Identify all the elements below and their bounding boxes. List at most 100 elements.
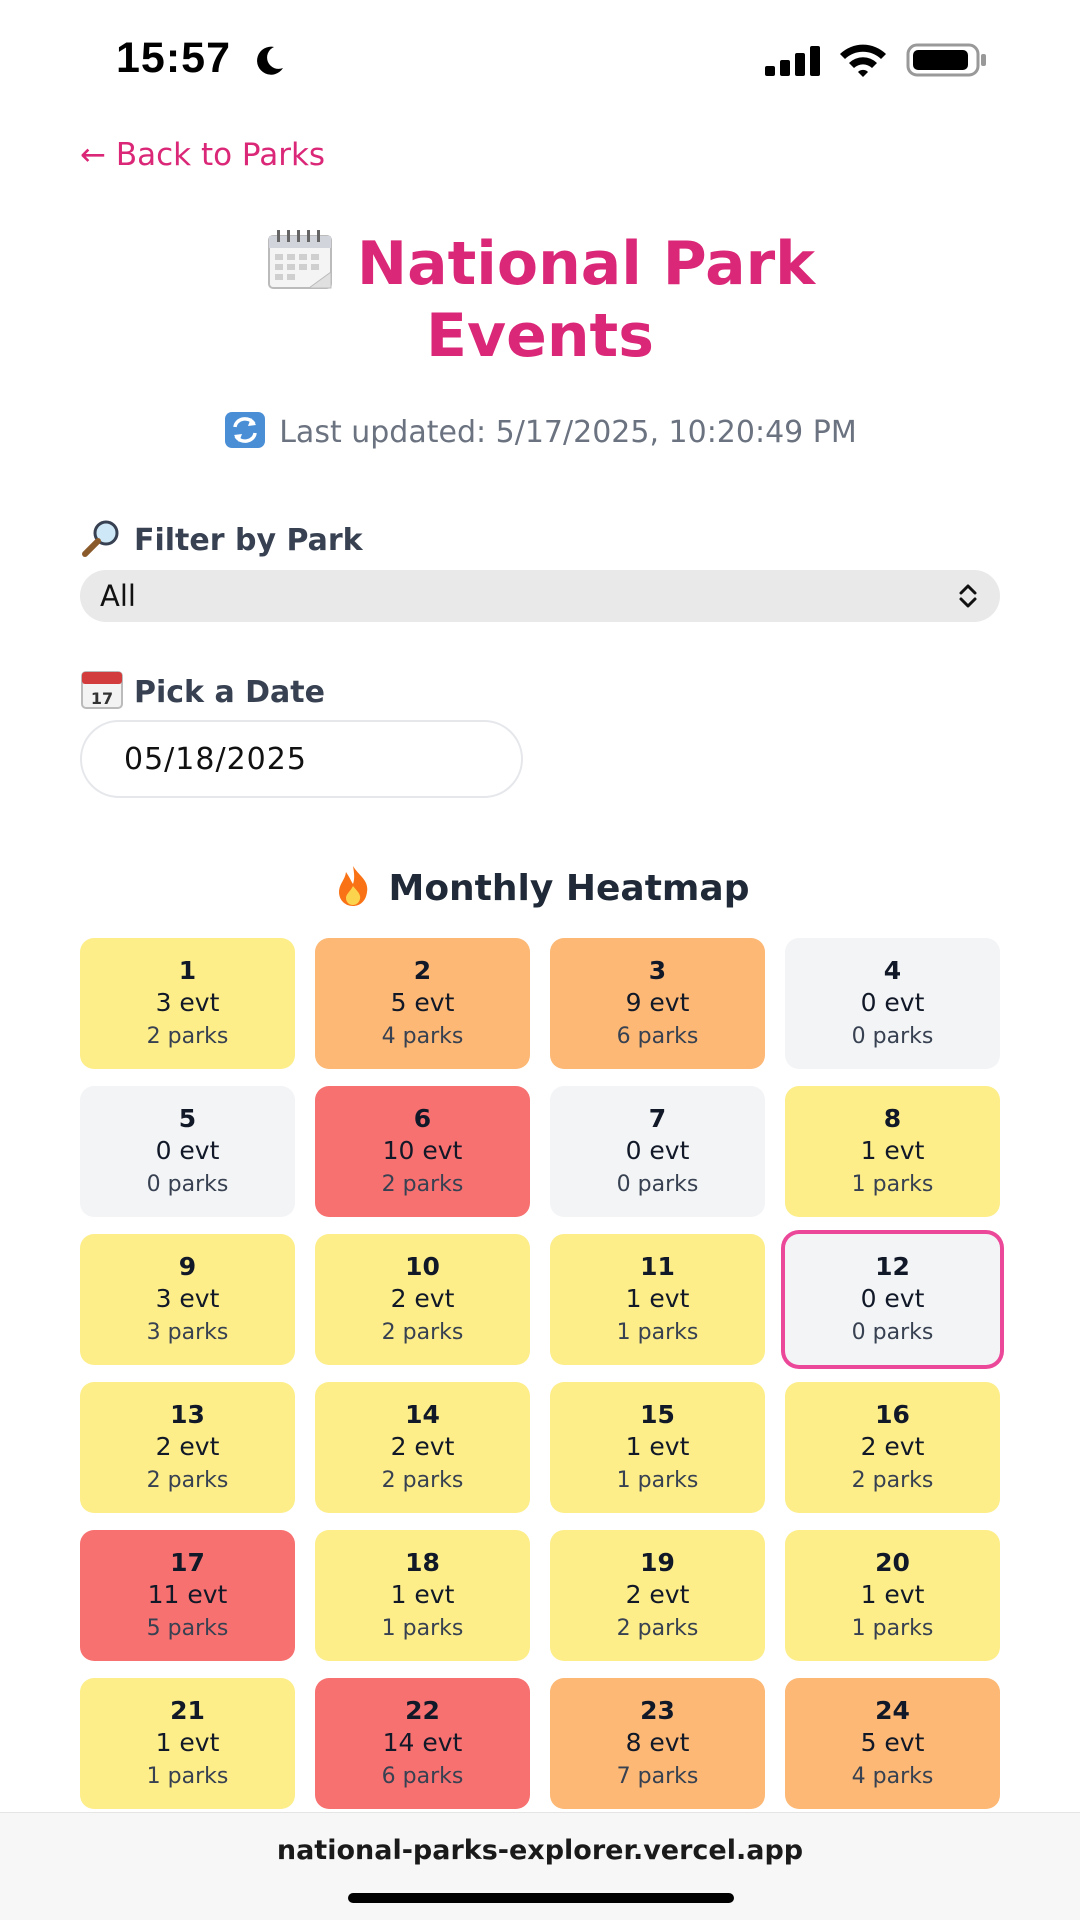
filter-label: Filter by Park <box>80 518 363 558</box>
heatmap-day-number: 7 <box>648 1104 667 1133</box>
heatmap-day-cell[interactable]: 19 2 evt 2 parks <box>550 1530 765 1661</box>
magnifier-icon <box>82 520 119 557</box>
heatmap-park-count: 2 parks <box>146 1024 229 1049</box>
heatmap-event-count: 0 evt <box>625 1136 690 1165</box>
date-label-text: Pick a Date <box>134 675 325 710</box>
heatmap-park-count: 1 parks <box>381 1616 464 1641</box>
last-updated-text: Last updated: 5/17/2025, 10:20:49 PM <box>279 415 857 450</box>
date-input[interactable]: 05/18/2025 <box>80 720 523 798</box>
heatmap-event-count: 5 evt <box>860 1728 925 1757</box>
title-text-1: National Park <box>356 229 816 299</box>
heatmap-day-number: 15 <box>640 1400 675 1429</box>
heatmap-day-cell[interactable]: 20 1 evt 1 parks <box>785 1530 1000 1661</box>
heatmap-event-count: 2 evt <box>860 1432 925 1461</box>
heatmap-day-cell[interactable]: 5 0 evt 0 parks <box>80 1086 295 1217</box>
heatmap-day-cell[interactable]: 2 5 evt 4 parks <box>315 938 530 1069</box>
title-line-1: National Park <box>0 228 1080 300</box>
status-time: 15:57 <box>116 34 231 82</box>
heatmap-park-count: 2 parks <box>381 1172 464 1197</box>
moon-icon <box>257 46 283 75</box>
heatmap-park-count: 6 parks <box>616 1024 699 1049</box>
chevron-up-down-icon <box>959 584 977 608</box>
park-filter-select[interactable]: All <box>80 570 1000 622</box>
heatmap-park-count: 2 parks <box>381 1468 464 1493</box>
heatmap-day-cell[interactable]: 11 1 evt 1 parks <box>550 1234 765 1365</box>
heatmap-day-number: 18 <box>405 1548 440 1577</box>
heatmap-park-count: 1 parks <box>616 1468 699 1493</box>
heatmap-day-number: 17 <box>170 1548 205 1577</box>
date-label: 17 Pick a Date <box>80 670 325 710</box>
home-indicator[interactable] <box>348 1893 734 1903</box>
heatmap-day-number: 9 <box>178 1252 197 1281</box>
date-calendar-icon: 17 <box>81 671 123 709</box>
heatmap-park-count: 7 parks <box>616 1764 699 1789</box>
heatmap-day-cell[interactable]: 6 10 evt 2 parks <box>315 1086 530 1217</box>
heatmap-day-cell[interactable]: 9 3 evt 3 parks <box>80 1234 295 1365</box>
heatmap-park-count: 0 parks <box>851 1024 934 1049</box>
heatmap-day-number: 19 <box>640 1548 675 1577</box>
heatmap-day-cell[interactable]: 15 1 evt 1 parks <box>550 1382 765 1513</box>
heatmap-day-number: 14 <box>405 1400 440 1429</box>
heatmap-event-count: 9 evt <box>625 988 690 1017</box>
heatmap-day-number: 5 <box>178 1104 197 1133</box>
calendar-icon <box>267 230 332 289</box>
heatmap-event-count: 2 evt <box>390 1284 455 1313</box>
heatmap-day-number: 11 <box>640 1252 675 1281</box>
heatmap-park-count: 2 parks <box>616 1616 699 1641</box>
heatmap-day-cell[interactable]: 10 2 evt 2 parks <box>315 1234 530 1365</box>
heatmap-park-count: 4 parks <box>381 1024 464 1049</box>
heatmap-park-count: 2 parks <box>851 1468 934 1493</box>
heatmap-day-number: 4 <box>883 956 902 985</box>
filter-label-text: Filter by Park <box>134 523 363 558</box>
heatmap-title: Monthly Heatmap <box>0 864 1080 909</box>
refresh-icon <box>225 412 266 448</box>
heatmap-event-count: 5 evt <box>390 988 455 1017</box>
heatmap-day-cell[interactable]: 7 0 evt 0 parks <box>550 1086 765 1217</box>
heatmap-park-count: 5 parks <box>146 1616 229 1641</box>
heatmap-day-cell[interactable]: 18 1 evt 1 parks <box>315 1530 530 1661</box>
page-title: National Park Events <box>0 228 1080 372</box>
browser-url-bar[interactable]: national-parks-explorer.vercel.app <box>0 1812 1080 1920</box>
heatmap-park-count: 0 parks <box>851 1320 934 1345</box>
heatmap-event-count: 0 evt <box>155 1136 220 1165</box>
last-updated: Last updated: 5/17/2025, 10:20:49 PM <box>0 410 1080 450</box>
heatmap-park-count: 1 parks <box>851 1172 934 1197</box>
heatmap-day-cell[interactable]: 23 8 evt 7 parks <box>550 1678 765 1809</box>
heatmap-park-count: 0 parks <box>146 1172 229 1197</box>
heatmap-event-count: 3 evt <box>155 1284 220 1313</box>
heatmap-event-count: 10 evt <box>382 1136 463 1165</box>
heatmap-day-number: 3 <box>648 956 667 985</box>
heatmap-park-count: 1 parks <box>146 1764 229 1789</box>
heatmap-park-count: 2 parks <box>381 1320 464 1345</box>
svg-text:17: 17 <box>91 689 113 708</box>
heatmap-event-count: 1 evt <box>860 1580 925 1609</box>
heatmap-park-count: 2 parks <box>146 1468 229 1493</box>
heatmap-day-cell[interactable]: 17 11 evt 5 parks <box>80 1530 295 1661</box>
heatmap-day-cell[interactable]: 14 2 evt 2 parks <box>315 1382 530 1513</box>
heatmap-day-cell[interactable]: 21 1 evt 1 parks <box>80 1678 295 1809</box>
heatmap-day-number: 6 <box>413 1104 432 1133</box>
heatmap-day-cell[interactable]: 1 3 evt 2 parks <box>80 938 295 1069</box>
heatmap-event-count: 2 evt <box>155 1432 220 1461</box>
heatmap-day-cell[interactable]: 22 14 evt 6 parks <box>315 1678 530 1809</box>
heatmap-day-cell[interactable]: 12 0 evt 0 parks <box>785 1234 1000 1365</box>
heatmap-event-count: 2 evt <box>390 1432 455 1461</box>
battery-icon <box>906 43 986 77</box>
cellular-signal-icon <box>765 46 820 76</box>
heatmap-day-number: 16 <box>875 1400 910 1429</box>
heatmap-day-number: 10 <box>405 1252 440 1281</box>
heatmap-park-count: 4 parks <box>851 1764 934 1789</box>
heatmap-day-cell[interactable]: 13 2 evt 2 parks <box>80 1382 295 1513</box>
heatmap-park-count: 1 parks <box>616 1320 699 1345</box>
heatmap-day-cell[interactable]: 4 0 evt 0 parks <box>785 938 1000 1069</box>
heatmap-day-cell[interactable]: 16 2 evt 2 parks <box>785 1382 1000 1513</box>
heatmap-event-count: 2 evt <box>625 1580 690 1609</box>
heatmap-day-cell[interactable]: 8 1 evt 1 parks <box>785 1086 1000 1217</box>
heatmap-day-cell[interactable]: 3 9 evt 6 parks <box>550 938 765 1069</box>
back-to-parks-link[interactable]: ← Back to Parks <box>80 137 325 173</box>
url-text: national-parks-explorer.vercel.app <box>276 1835 804 1866</box>
heatmap-day-number: 2 <box>413 956 432 985</box>
title-line-2: Events <box>426 301 654 371</box>
heatmap-day-cell[interactable]: 24 5 evt 4 parks <box>785 1678 1000 1809</box>
heatmap-park-count: 0 parks <box>616 1172 699 1197</box>
